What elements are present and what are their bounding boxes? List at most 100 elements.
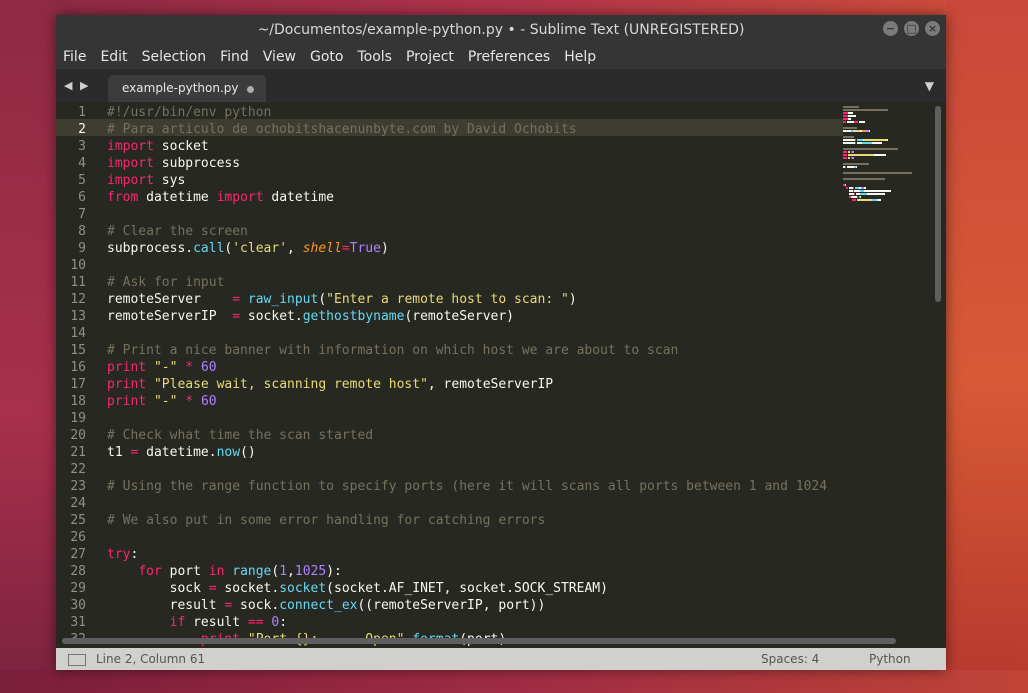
line-number: 20 [70,428,86,443]
minimap-line [846,166,854,168]
code-token: import [107,173,154,188]
code-line[interactable]: for port in range(1,1025): [107,563,342,580]
code-line[interactable]: remoteServer = raw_input("Enter a remote… [107,291,577,308]
code-line[interactable]: try: [107,546,138,563]
maximize-button[interactable]: □ [904,21,919,36]
menu-help[interactable]: Help [557,45,603,69]
code-line[interactable]: remoteServerIP = socket.gethostbyname(re… [107,308,514,325]
code-token: call [193,241,225,256]
code-line[interactable]: import subprocess [107,155,240,172]
indentation-setting[interactable]: Spaces: 4 [761,648,819,670]
menu-bar: File Edit Selection Find View Goto Tools… [56,45,946,69]
vertical-scrollbar-thumb[interactable] [935,106,941,302]
code-token: (socket.AF_INET, socket.SOCK_STREAM) [326,581,608,596]
code-line[interactable]: # Ask for input [107,274,224,291]
menu-selection[interactable]: Selection [135,45,214,69]
code-line[interactable]: t1 = datetime.now() [107,444,256,461]
code-line[interactable]: # We also put in some error handling for… [107,512,545,529]
panel-icon[interactable] [68,654,86,666]
minimap-line [843,109,888,111]
code-line[interactable]: print "-" * 60 [107,393,217,410]
code-line[interactable]: # Para articulo de ochobitshacenunbyte.c… [107,121,577,138]
minimap-line [845,184,847,186]
tab-example-python[interactable]: example-python.py [108,75,266,102]
menu-goto[interactable]: Goto [303,45,350,69]
code-token: True [349,241,381,256]
menu-file[interactable]: File [56,45,93,69]
sublime-window: ~/Documentos/example-python.py • - Subli… [56,15,946,670]
code-token: import [107,156,154,171]
line-number: 28 [70,564,86,579]
code-token: == [247,615,264,630]
code-token: if [169,615,186,630]
code-token: gethostbyname [302,309,405,324]
code-token: = [208,581,217,596]
minimap-line [843,136,855,138]
window-title: ~/Documentos/example-python.py • - Subli… [257,22,745,38]
code-line[interactable]: if result == 0: [107,614,287,631]
code-token: datetime [138,190,217,205]
line-number: 25 [70,513,86,528]
editor-area[interactable]: 1 2 3 4 5 6 7 8 9 10 11 12 13 14 15 16 17 18 19 20 21 22 23 24 2… [56,102,946,650]
code-line[interactable]: result = sock.connect_ex((remoteServerIP… [107,597,546,614]
code-line[interactable]: # Using the range function to specify po… [107,478,827,495]
code-line[interactable]: import socket [107,138,209,155]
line-number: 5 [78,173,86,188]
minimap-line [847,154,874,156]
code-token: connect_ex [279,598,358,613]
syntax-setting[interactable]: Python [869,648,911,670]
minimap-line [853,121,858,123]
code-token: = [232,292,241,307]
code-token: print [107,394,147,409]
line-number: 8 [78,224,86,239]
line-number: 3 [78,139,86,154]
code-line[interactable]: from datetime import datetime [107,189,334,206]
desktop-background-left [0,0,56,693]
menu-preferences[interactable]: Preferences [461,45,557,69]
code-line[interactable]: # Print a nice banner with information o… [107,342,678,359]
horizontal-scrollbar-thumb[interactable] [62,638,896,644]
minimap-line [856,139,864,141]
minimap-line [843,163,869,165]
code-line[interactable]: # Clear the screen [107,223,248,240]
code-line[interactable]: sock = socket.socket(socket.AF_INET, soc… [107,580,608,597]
minimap-line [856,199,872,201]
close-button[interactable]: × [925,21,940,36]
window-controls: − □ × [883,21,940,36]
code-token: remoteServerIP [107,309,233,324]
code-line[interactable]: subprocess.call('clear', shell=True) [107,240,389,257]
cursor-position: Line 2, Column 61 [96,652,206,666]
menu-view[interactable]: View [256,45,303,69]
desktop-background-top [0,0,1028,15]
code-token: ( [318,292,327,307]
minimap-line [859,196,861,198]
code-line[interactable]: #!/usr/bin/env python [107,104,271,121]
minimap-line [843,151,847,153]
code-line[interactable]: print "-" * 60 [107,359,217,376]
minimap-line [843,148,898,150]
minimap-line [876,199,882,201]
tab-nav-arrows-icon[interactable]: ◀ ▶ [64,79,90,92]
menu-tools[interactable]: Tools [350,45,399,69]
minimap[interactable] [843,102,931,634]
minimize-button[interactable]: − [883,21,898,36]
tab-dropdown-icon[interactable]: ▼ [925,79,934,93]
code-view[interactable]: #!/usr/bin/env python # Para articulo de … [107,102,843,650]
line-number: 31 [70,615,86,630]
menu-find[interactable]: Find [213,45,256,69]
line-number: 23 [70,479,86,494]
code-token: (remoteServer) [404,309,515,324]
title-bar[interactable]: ~/Documentos/example-python.py • - Subli… [56,15,946,45]
dot-icon[interactable] [247,86,254,93]
code-line[interactable]: print "Please wait, scanning remote host… [107,376,553,393]
menu-edit[interactable]: Edit [93,45,134,69]
code-line[interactable]: import sys [107,172,185,189]
code-token: import [216,190,264,205]
minimap-line [864,139,888,141]
line-number: 1 [78,105,86,120]
menu-project[interactable]: Project [399,45,461,69]
code-line[interactable]: # Check what time the scan started [107,427,373,444]
code-token: result [107,598,225,613]
